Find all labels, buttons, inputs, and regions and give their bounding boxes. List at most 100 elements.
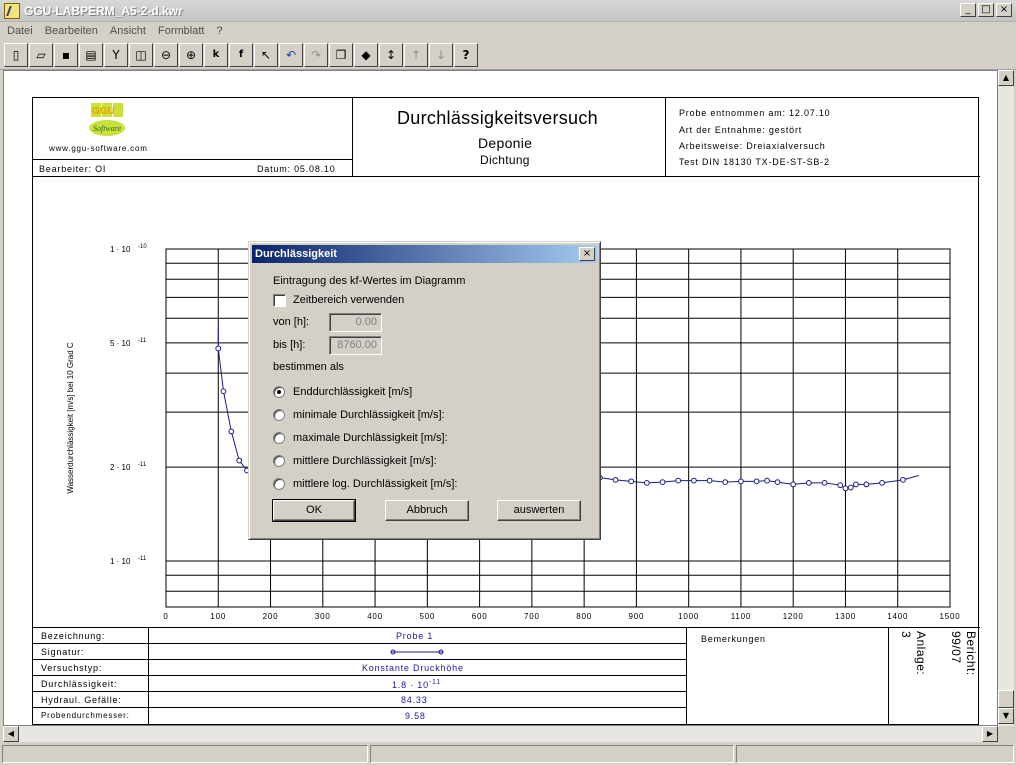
scroll-left-icon[interactable]: ◀ [3,726,19,742]
bis-input[interactable]: 8760.00 [329,336,382,355]
bericht-block: Bericht: 99/07 Anlage: 3 [890,629,978,724]
dialog-intro: Eintragung des kf-Wertes im Diagramm [273,275,466,287]
move-icon[interactable]: ◆ [354,42,378,67]
pointer-icon[interactable]: ↖ [254,42,278,67]
status-bar [0,743,1016,765]
von-input[interactable]: 0.00 [329,313,382,332]
dialog-title: Durchlässigkeit [255,248,337,260]
menu-datei[interactable]: Datei [0,25,38,37]
scroll-down-icon[interactable]: ▼ [998,708,1014,724]
data-point [805,479,812,486]
zeitbereich-label[interactable]: Zeitbereich verwenden [293,294,404,306]
ok-button[interactable]: OK [272,499,356,522]
status-pane-2 [370,745,734,763]
footer-label-bezeichnung: Bezeichnung: [41,631,106,641]
label-maximale[interactable]: maximale Durchlässigkeit [m/s]: [293,432,448,444]
radio-mittlere-log[interactable] [273,478,285,490]
x-tick-label: 1500 [940,612,961,621]
data-point [215,345,222,352]
up-icon[interactable]: ↑ [404,42,428,67]
svg-text:Software: Software [93,124,122,133]
vertical-scrollbar[interactable]: ▲ ▼ [998,70,1014,726]
scroll-up-icon[interactable]: ▲ [998,70,1014,86]
new-icon[interactable]: ▯ [4,42,28,67]
bearbeiter-text: Bearbeiter: OI [39,164,107,174]
dialog-close-button[interactable]: × [579,247,595,261]
maximize-button[interactable]: □ [978,3,994,17]
copy-icon[interactable]: ❐ [329,42,353,67]
x-tick-label: 400 [367,612,383,621]
y-tick-label: 5 · 10 [110,339,131,348]
radio-enddurchlaessigkeit[interactable] [273,386,285,398]
website-text: www.ggu-software.com [49,144,148,153]
help-icon[interactable]: ? [454,42,478,67]
app-icon [4,2,20,19]
close-button[interactable]: × [996,3,1012,17]
scroll-right-icon[interactable]: ▶ [982,726,998,742]
zoom-in-icon[interactable]: ⊕ [179,42,203,67]
report-subtitle2: Dichtung [480,153,530,167]
footer-value-durchlaessigkeit: 1.8 · 10-11 [392,679,441,690]
tools-icon[interactable]: Y [104,42,128,67]
down-icon[interactable]: ↓ [429,42,453,67]
preview-icon[interactable]: ◫ [129,42,153,67]
label-minimale[interactable]: minimale Durchlässigkeit [m/s]: [293,409,445,421]
window-title: GGU-LABPERM_A5-2-d.kwr [24,3,183,18]
updown-icon[interactable]: ↕ [379,42,403,67]
save-icon[interactable]: ▪ [54,42,78,67]
report-title: Durchlässigkeitsversuch [397,108,598,128]
redo-icon[interactable]: ↷ [304,42,328,67]
data-point [738,478,744,485]
y-tick-label: 1 · 10 [110,245,131,254]
data-point [879,479,885,486]
status-pane-3 [736,745,1014,763]
x-tick-label: 200 [263,612,279,621]
x-tick-label: 1400 [887,612,908,621]
bericht-label: Bericht: [964,631,978,676]
zoom-out-icon[interactable]: ⊖ [154,42,178,67]
minimize-button[interactable]: _ [960,3,976,17]
x-tick-label: 1000 [678,612,699,621]
label-enddurchlaessigkeit[interactable]: Enddurchlässigkeit [m/s] [293,386,412,398]
radio-minimale[interactable] [273,409,285,421]
data-point [847,484,854,491]
data-point [612,476,619,483]
data-point [706,477,713,484]
k-icon[interactable]: k [204,42,228,67]
test-norm: Test DIN 18130 TX-DE-ST-SB-2 [679,157,830,167]
menu-bearbeiten[interactable]: Bearbeiten [38,25,103,37]
print-icon[interactable]: ▤ [79,42,103,67]
open-icon[interactable]: ▱ [29,42,53,67]
cancel-button[interactable]: Abbruch [385,500,469,521]
menu-formblatt[interactable]: Formblatt [151,25,209,37]
data-point [842,485,849,492]
art-entnahme: Art der Entnahme: gestört [679,125,803,135]
footer-label-signatur: Signatur: [41,647,85,657]
bericht-number: 99/07 [949,631,963,664]
f-icon[interactable]: f [229,42,253,67]
window-controls: _ □ × [960,3,1012,17]
radio-mittlere[interactable] [273,455,285,467]
menu-help[interactable]: ? [209,25,227,37]
undo-icon[interactable]: ↶ [279,42,303,67]
zeitbereich-checkbox[interactable] [273,294,286,307]
horizontal-scrollbar[interactable]: ◀ ▶ [3,726,998,742]
data-point [774,479,781,486]
data-point [220,388,227,395]
status-pane-1 [2,745,368,763]
x-tick-label: 900 [629,612,645,621]
bis-label: bis [h]: [273,339,306,351]
label-mittlere[interactable]: mittlere Durchlässigkeit [m/s]: [293,455,437,467]
evaluate-button[interactable]: auswerten [497,500,581,521]
toolbar: ▯ ▱ ▪ ▤ Y ◫ ⊖ ⊕ k f ↖ ↶ ↷ ❐ ◆ ↕ ↑ ↓ ? [0,40,1016,70]
von-label: von [h]: [273,316,310,328]
scroll-thumb[interactable] [998,690,1014,708]
label-mittlere-log[interactable]: mittlere log. Durchlässigkeit [m/s]: [293,478,457,490]
x-tick-label: 0 [163,612,168,621]
y-tick-exponent: -10 [138,244,147,250]
menu-ansicht[interactable]: Ansicht [103,25,151,37]
menu-bar: Datei Bearbeiten Ansicht Formblatt ? [0,22,1016,40]
radio-maximale[interactable] [273,432,285,444]
arbeitsweise: Arbeitsweise: Dreiaxialversuch [679,141,826,151]
x-tick-label: 500 [419,612,435,621]
